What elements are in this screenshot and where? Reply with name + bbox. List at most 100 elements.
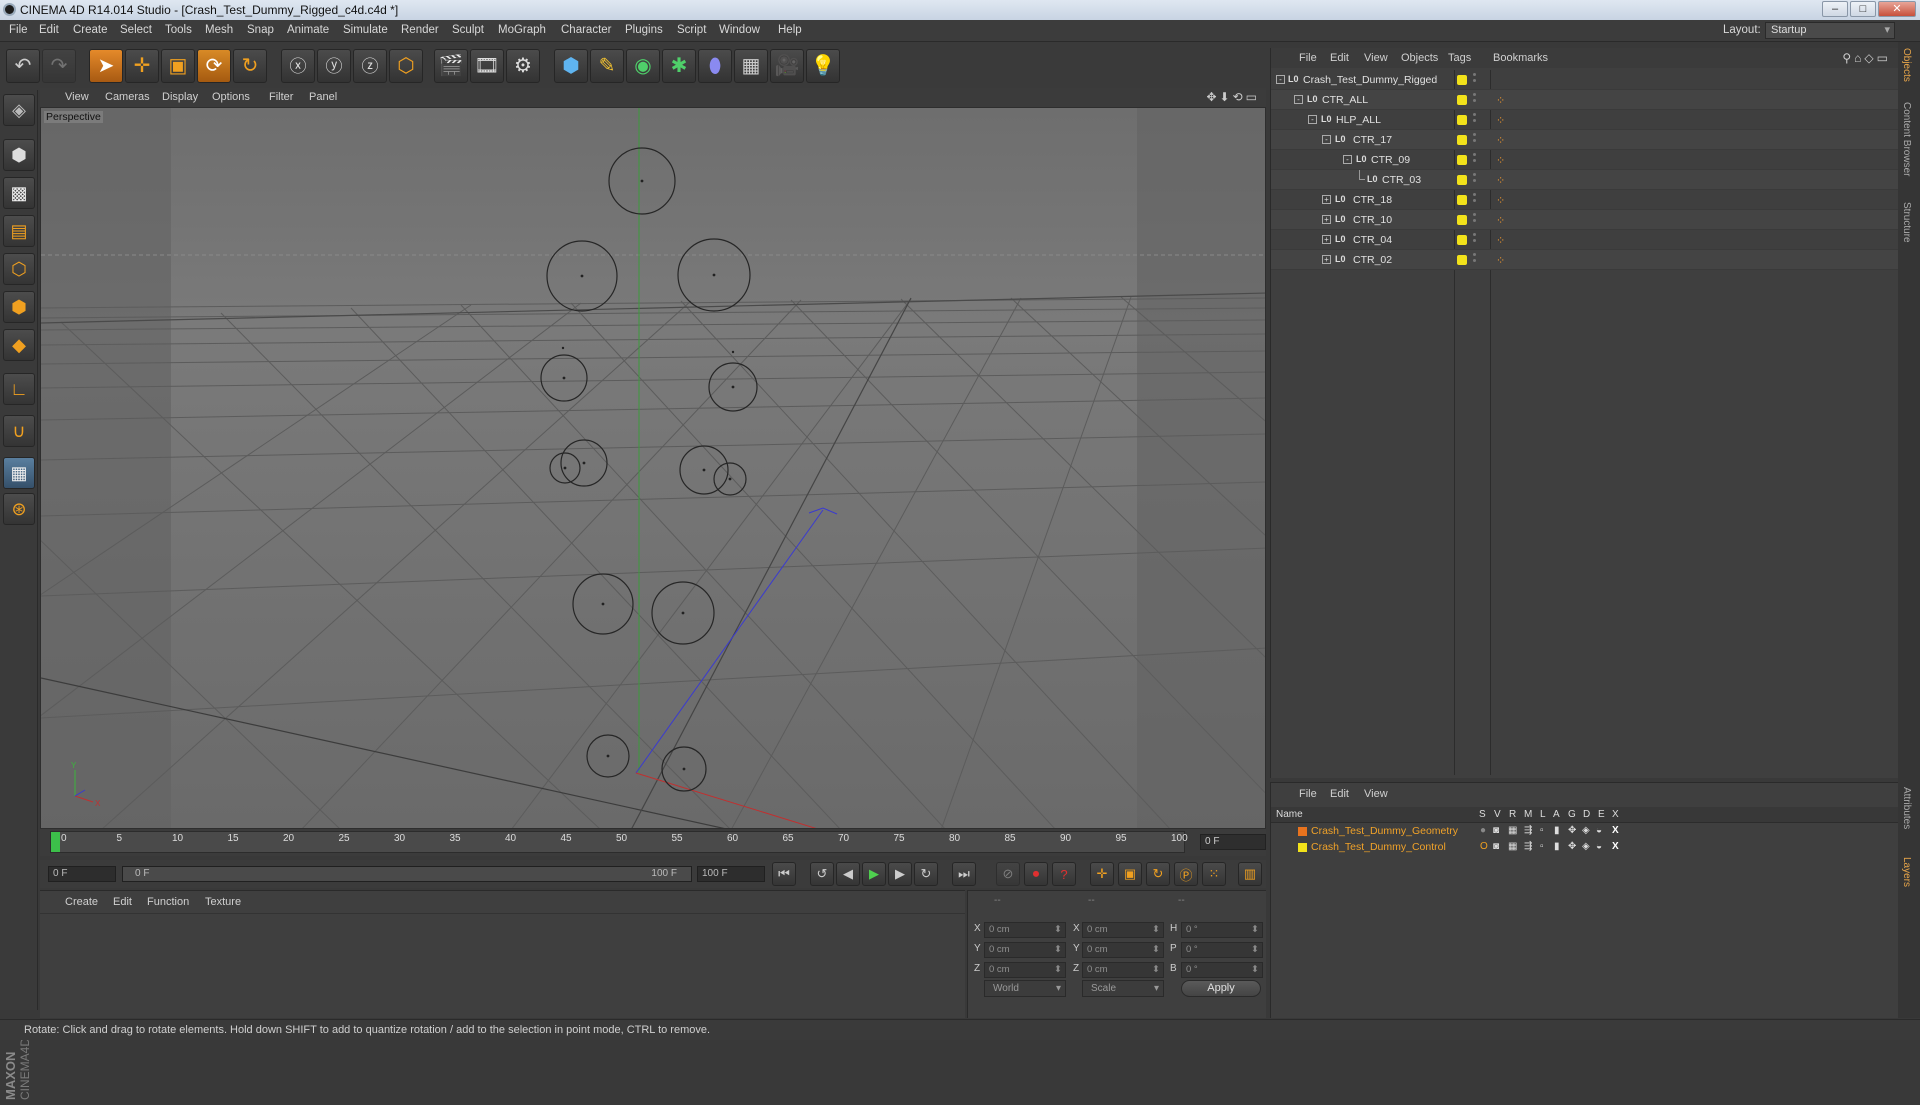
coord-space-select[interactable]: World ▾ <box>984 980 1066 997</box>
obj-menu-objects[interactable]: Objects <box>1401 52 1438 64</box>
axis-mode-icon[interactable]: ∟ <box>3 373 35 405</box>
previous-frame-icon[interactable]: ◀ <box>836 862 860 886</box>
timeline-playhead[interactable] <box>51 832 60 852</box>
xpresso-tag-icon[interactable]: ⁘ <box>1496 254 1505 267</box>
coord-size-z-field[interactable]: 0 cm ⬍ <box>1082 962 1164 978</box>
xpresso-tag-icon[interactable]: ⁘ <box>1496 154 1505 167</box>
menu-script[interactable]: Script <box>677 24 706 36</box>
next-key-icon[interactable]: ↻ <box>914 862 938 886</box>
visibility-dots-icon[interactable] <box>1473 73 1476 87</box>
expand-toggle-icon[interactable]: + <box>1322 235 1331 244</box>
timeline-ruler[interactable]: 0 5 10 15 20 25 30 35 40 45 50 55 60 65 70 75 80 85 90 95 10… <box>50 831 1188 853</box>
viewport-menu-options[interactable]: Options <box>212 91 250 103</box>
viewport-menu-display[interactable]: Display <box>162 91 198 103</box>
viewport-menu-panel[interactable]: Panel <box>309 91 337 103</box>
coord-size-x-field[interactable]: 0 cm ⬍ <box>1082 922 1164 938</box>
xref-icon[interactable]: X <box>1612 825 1619 836</box>
x-axis-lock-icon[interactable]: ⓧ <box>281 49 315 83</box>
cube-icon[interactable]: ⬢ <box>554 49 588 83</box>
autokey-icon[interactable]: ? <box>1052 862 1076 886</box>
key-rotation-icon[interactable]: ↻ <box>1146 862 1170 886</box>
tab-objects[interactable]: Objects <box>1901 48 1912 82</box>
polygons-mode-icon[interactable]: ◆ <box>3 329 35 361</box>
solo-icon[interactable]: O <box>1480 841 1488 852</box>
visibility-dots-icon[interactable] <box>1473 213 1476 227</box>
obj-menu-view[interactable]: View <box>1364 52 1388 64</box>
expand-toggle-icon[interactable]: + <box>1322 215 1331 224</box>
tree-row[interactable]: - L0 HLP_ALL ⁘ <box>1271 110 1899 130</box>
obj-menu-tags[interactable]: Tags <box>1448 52 1471 64</box>
layer-row[interactable]: Crash_Test_Dummy_Control O ◙ ▦ ⇶ ▫ ▮ ✥ ◈… <box>1271 840 1899 856</box>
light-icon[interactable]: 💡 <box>806 49 840 83</box>
render-settings-icon[interactable]: ⚙ <box>506 49 540 83</box>
xpresso-tag-icon[interactable]: ⁘ <box>1496 134 1505 147</box>
tree-row[interactable]: L0 CTR_03 ⁘ <box>1271 170 1899 190</box>
layer-row[interactable]: Crash_Test_Dummy_Geometry ● ◙ ▦ ⇶ ▫ ▮ ✥ … <box>1271 824 1899 840</box>
viewport-menu-view[interactable]: View <box>65 91 89 103</box>
nurbs-icon[interactable]: ◉ <box>626 49 660 83</box>
expand-toggle-icon[interactable]: - <box>1322 135 1331 144</box>
visibility-dots-icon[interactable] <box>1473 93 1476 107</box>
search-icon[interactable]: ⚲⌂◇▭ <box>1842 51 1891 65</box>
coord-rot-b-field[interactable]: 0 ° ⬍ <box>1181 962 1263 978</box>
end-frame-field[interactable]: 100 F <box>697 866 765 882</box>
lock-icon[interactable]: ▫ <box>1540 841 1544 852</box>
workplane-mode-icon[interactable]: ▤ <box>3 215 35 247</box>
tree-row[interactable]: + L0 CTR_18 ⁘ <box>1271 190 1899 210</box>
eye-icon[interactable]: ◙ <box>1493 825 1499 836</box>
deformer-icon[interactable]: ⬮ <box>698 49 732 83</box>
material-menu-edit[interactable]: Edit <box>113 896 132 908</box>
expand-toggle-icon[interactable]: + <box>1322 195 1331 204</box>
current-frame-field[interactable]: 0 F <box>1200 834 1266 850</box>
keyframe-selection-icon[interactable]: ⊘ <box>996 862 1020 886</box>
floor-icon[interactable]: ▦ <box>734 49 768 83</box>
coord-rot-h-field[interactable]: 0 ° ⬍ <box>1181 922 1263 938</box>
preview-range-slider[interactable]: 0 F 100 F <box>122 866 692 882</box>
material-menu-function[interactable]: Function <box>147 896 189 908</box>
magnet-icon[interactable]: ∪ <box>3 415 35 447</box>
spline-pen-icon[interactable]: ✎ <box>590 49 624 83</box>
menu-help[interactable]: Help <box>778 24 802 36</box>
tree-row[interactable]: - L0 CTR_ALL ⁘ <box>1271 90 1899 110</box>
menu-edit[interactable]: Edit <box>39 24 59 36</box>
xpresso-tag-icon[interactable]: ⁘ <box>1496 94 1505 107</box>
xpresso-tag-icon[interactable]: ⁘ <box>1496 114 1505 127</box>
manager-icon[interactable]: ⇶ <box>1524 825 1532 836</box>
key-parameter-icon[interactable]: Ⓟ <box>1174 862 1198 886</box>
xpresso-tag-icon[interactable]: ⁘ <box>1496 214 1505 227</box>
viewport-menu-filter[interactable]: Filter <box>269 91 293 103</box>
tree-row[interactable]: - L0 CTR_09 ⁘ <box>1271 150 1899 170</box>
manager-icon[interactable]: ⇶ <box>1524 841 1532 852</box>
maximize-button[interactable]: □ <box>1850 1 1876 17</box>
solo-icon[interactable]: ● <box>1480 825 1486 836</box>
tab-layers[interactable]: Layers <box>1901 857 1912 887</box>
animation-icon[interactable]: ▮ <box>1554 841 1560 852</box>
expand-toggle-icon[interactable]: - <box>1276 75 1285 84</box>
menu-tools[interactable]: Tools <box>165 24 192 36</box>
scale-icon[interactable]: ▣ <box>161 49 195 83</box>
xref-icon[interactable]: X <box>1612 841 1619 852</box>
menu-plugins[interactable]: Plugins <box>625 24 663 36</box>
tab-content-browser[interactable]: Content Browser <box>1901 102 1912 176</box>
visibility-dots-icon[interactable] <box>1473 173 1476 187</box>
tree-row[interactable]: + L0 CTR_02 ⁘ <box>1271 250 1899 270</box>
z-axis-lock-icon[interactable]: ⓩ <box>353 49 387 83</box>
expand-toggle-icon[interactable]: - <box>1294 95 1303 104</box>
xpresso-tag-icon[interactable]: ⁘ <box>1496 174 1505 187</box>
rotate-alt-icon[interactable]: ↻ <box>233 49 267 83</box>
menu-render[interactable]: Render <box>401 24 439 36</box>
generator-icon[interactable]: ✥ <box>1568 841 1576 852</box>
tree-row[interactable]: + L0 CTR_10 ⁘ <box>1271 210 1899 230</box>
layer-menu-view[interactable]: View <box>1364 788 1388 800</box>
obj-menu-edit[interactable]: Edit <box>1330 52 1349 64</box>
visibility-dots-icon[interactable] <box>1473 193 1476 207</box>
start-frame-field[interactable]: 0 F <box>48 866 116 882</box>
timeline-window-icon[interactable]: ▥ <box>1238 862 1262 886</box>
go-to-end-icon[interactable]: ⏭ <box>952 862 976 886</box>
expression-icon[interactable]: ◒ <box>1596 825 1602 836</box>
tree-row[interactable]: - L0 CTR_17 ⁘ <box>1271 130 1899 150</box>
next-frame-icon[interactable]: ▶ <box>888 862 912 886</box>
key-position-icon[interactable]: ✛ <box>1090 862 1114 886</box>
model-mode-icon[interactable]: ⬢ <box>3 139 35 171</box>
menu-snap[interactable]: Snap <box>247 24 274 36</box>
